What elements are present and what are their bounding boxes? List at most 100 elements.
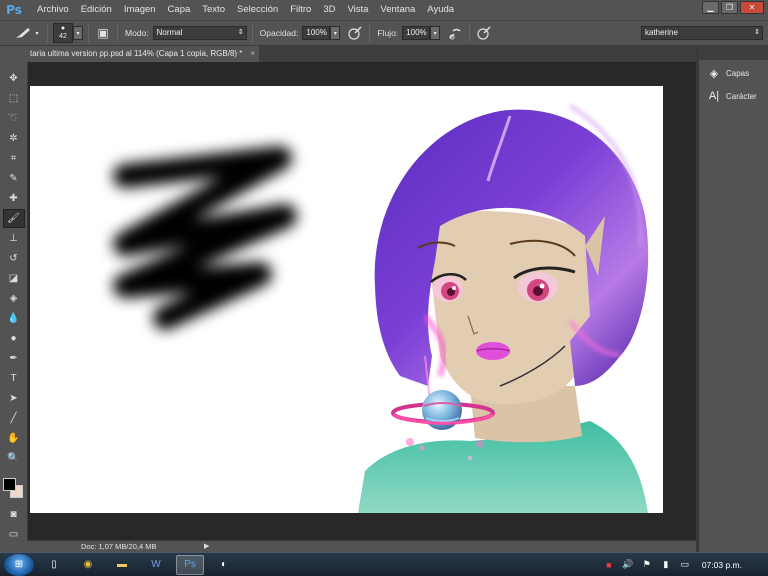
pen-icon[interactable]: ✒ (3, 349, 25, 368)
type-icon[interactable]: T (3, 369, 25, 388)
flag-icon[interactable]: ⚑ (640, 558, 654, 572)
hand-icon[interactable]: ✋ (3, 429, 25, 448)
chrome-icon[interactable]: ◉ (74, 555, 102, 575)
character-panel-button[interactable]: A| Carácter (699, 86, 768, 106)
menu-ayuda[interactable]: Ayuda (421, 0, 460, 20)
menu-ventana[interactable]: Ventana (374, 0, 421, 20)
flow-dropdown[interactable]: ▾ (430, 26, 441, 40)
clock[interactable]: 07:03 p.m. (702, 560, 742, 570)
right-panel-dock: ◈ Capas A| Carácter (699, 46, 768, 552)
start-button[interactable]: ⊞ (4, 553, 34, 576)
menu-capa[interactable]: Capa (162, 0, 197, 20)
close-tab-icon[interactable]: × (250, 46, 255, 62)
media-player-icon[interactable]: ◐ (210, 555, 238, 575)
windows-taskbar: ⊞ ▯ ◉ ▬ W Ps ◐ ■ 🔊 ⚑ ▮ ▭ 07:03 p.m. (0, 552, 768, 576)
crop-icon[interactable]: ⌗ (3, 149, 25, 168)
bucket-icon[interactable]: ◈ (3, 289, 25, 308)
mode-select[interactable]: Normal ⇕ (152, 26, 247, 40)
opacity-input[interactable]: 100% (302, 26, 331, 40)
tools-panel: ✥ ⬚ ➰ ✲ ⌗ ✎ ✚ 🖌 ⊥ ↺ ◪ ◈ 💧 ● ✒ T ➤ ╱ ✋ 🔍 … (0, 62, 28, 540)
status-bar: Doc: 1,07 MB/20,4 MB ▶ (28, 540, 696, 552)
network-icon[interactable]: ▮ (659, 558, 673, 572)
pressure-opacity-icon[interactable] (346, 24, 364, 42)
opacity-label: Opacidad: (259, 28, 299, 38)
zoom-icon[interactable]: 🔍 (3, 449, 25, 468)
document-tab[interactable]: taria ultima version pp.psd al 114% (Cap… (28, 46, 260, 62)
document-tab-bar: taria ultima version pp.psd al 114% (Cap… (28, 46, 696, 62)
minimize-button[interactable]: ▁ (702, 1, 719, 14)
flow-label: Flujo: (377, 28, 399, 38)
updown-icon: ⇕ (754, 29, 760, 36)
layers-panel-button[interactable]: ◈ Capas (699, 63, 768, 83)
panel-dock-header[interactable] (699, 46, 768, 60)
eraser-icon[interactable]: ◪ (3, 269, 25, 288)
brush-tool-preset-icon[interactable] (14, 24, 32, 42)
lips (476, 342, 510, 360)
separator (47, 24, 48, 42)
separator (251, 24, 253, 42)
layers-label: Capas (726, 68, 750, 78)
flow-input[interactable]: 100% (402, 26, 431, 40)
path-select-icon[interactable]: ➤ (3, 389, 25, 408)
marquee-icon[interactable]: ⬚ (3, 89, 25, 108)
quick-mask-icon[interactable]: ◙ (3, 505, 25, 524)
antivirus-tray-icon[interactable]: ■ (602, 558, 616, 572)
options-bar: ▾ ● 42 ▾ ▣ Modo: Normal ⇕ Opacidad: 100%… (0, 20, 768, 46)
foreground-color-swatch[interactable] (3, 478, 16, 491)
lasso-icon[interactable]: ➰ (3, 109, 25, 128)
brush-icon[interactable]: 🖌 (2, 209, 25, 228)
quick-select-icon[interactable]: ✲ (3, 129, 25, 148)
workspace-select[interactable]: katherine ⇕ (641, 26, 763, 40)
brush-size-picker[interactable]: ● 42 (53, 23, 73, 43)
document-canvas[interactable] (30, 86, 663, 513)
preset-dropdown-icon[interactable]: ▾ (32, 26, 42, 40)
opacity-dropdown[interactable]: ▾ (330, 26, 341, 40)
layers-icon: ◈ (709, 67, 719, 80)
menu-filtro[interactable]: Filtro (284, 0, 317, 20)
brush-stroke-sample (113, 146, 297, 330)
mode-label: Modo: (125, 28, 149, 38)
character-icon: A| (708, 90, 720, 102)
menu-seleccion[interactable]: Selección (231, 0, 284, 20)
airbrush-icon[interactable] (446, 24, 464, 42)
line-icon[interactable]: ╱ (3, 409, 25, 428)
status-menu-arrow-icon[interactable]: ▶ (204, 542, 209, 550)
window-controls: ▁ ❐ ✕ (702, 1, 764, 14)
battery-icon[interactable]: ▭ (678, 558, 692, 572)
maximize-button[interactable]: ❐ (721, 1, 738, 14)
move-icon[interactable]: ✥ (3, 69, 25, 88)
menu-edicion[interactable]: Edición (75, 0, 118, 20)
pressure-size-icon[interactable] (475, 24, 493, 42)
eyedropper-icon[interactable]: ✎ (3, 169, 25, 188)
document-tab-title: taria ultima version pp.psd al 114% (Cap… (30, 49, 243, 58)
close-button[interactable]: ✕ (740, 1, 764, 14)
separator (88, 24, 89, 42)
artwork (113, 104, 649, 513)
word-icon[interactable]: W (142, 555, 170, 575)
file-explorer-icon[interactable]: ▬ (108, 555, 136, 575)
separator (369, 24, 371, 42)
screen-mode-icon[interactable]: ▭ (3, 525, 25, 544)
menu-vista[interactable]: Vista (341, 0, 374, 20)
photoshop-taskbar-icon[interactable]: Ps (176, 554, 204, 575)
workspace-value: katherine (645, 28, 678, 37)
photoshop-logo: Ps (6, 3, 22, 17)
document-info: Doc: 1,07 MB/20,4 MB (81, 542, 157, 551)
dodge-icon[interactable]: ● (3, 329, 25, 348)
menu-archivo[interactable]: Archivo (31, 0, 75, 20)
history-brush-icon[interactable]: ↺ (3, 249, 25, 268)
document-app-icon[interactable]: ▯ (40, 555, 68, 575)
volume-icon[interactable]: 🔊 (621, 558, 635, 572)
brush-size-value: 42 (59, 33, 67, 40)
brush-picker-dropdown[interactable]: ▾ (73, 26, 83, 40)
stamp-icon[interactable]: ⊥ (3, 229, 25, 248)
menu-imagen[interactable]: Imagen (118, 0, 162, 20)
color-swatches (0, 476, 27, 504)
updown-icon: ⇕ (237, 29, 244, 36)
brush-panel-icon[interactable]: ▣ (94, 24, 112, 42)
menu-texto[interactable]: Texto (196, 0, 231, 20)
menu-bar: Ps Archivo Edición Imagen Capa Texto Sel… (0, 0, 768, 20)
blur-icon[interactable]: 💧 (3, 309, 25, 328)
menu-3d[interactable]: 3D (317, 0, 341, 20)
healing-icon[interactable]: ✚ (3, 189, 25, 208)
